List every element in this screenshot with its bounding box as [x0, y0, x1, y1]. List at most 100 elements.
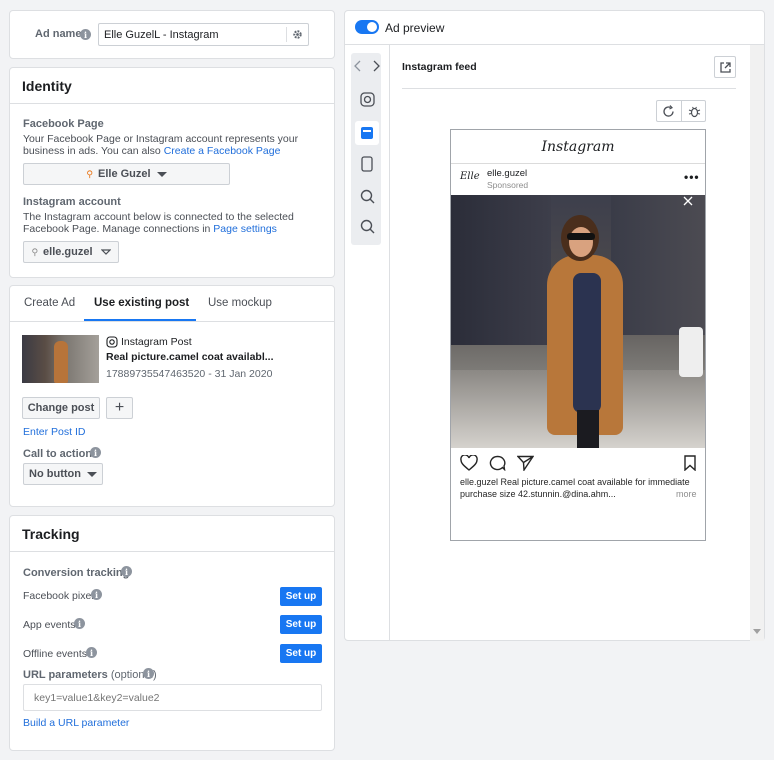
ig-header-divider	[451, 163, 705, 164]
offline-events-info-icon[interactable]: i	[86, 647, 97, 658]
tracking-divider	[10, 551, 334, 552]
search-icon[interactable]	[355, 214, 379, 238]
add-post-button[interactable]: +	[106, 397, 133, 419]
ad-name-card: Ad name i Elle GuzelL - Instagram	[9, 10, 335, 59]
comment-icon[interactable]	[489, 455, 506, 471]
enter-post-id-link[interactable]: Enter Post ID	[23, 426, 85, 438]
ig-account-pin-icon: ⚲	[31, 246, 39, 257]
chevron-down-icon	[156, 171, 167, 177]
ig-account-desc: The Instagram account below is connected…	[23, 211, 323, 235]
post-sponsored: Sponsored	[487, 180, 529, 190]
caption-more-link[interactable]: more	[676, 489, 697, 499]
chevron-left-icon[interactable]	[354, 60, 362, 72]
instagram-icon	[106, 336, 118, 348]
post-avatar-text: Elle	[460, 171, 480, 182]
explore-search-icon[interactable]	[355, 184, 379, 208]
heart-icon[interactable]	[460, 455, 478, 471]
create-page-link[interactable]: Create a Facebook Page	[164, 145, 281, 157]
more-options-icon[interactable]: •••	[684, 170, 700, 184]
conversion-tracking-label: Conversion tracking	[23, 567, 130, 579]
url-params-input[interactable]	[23, 684, 322, 711]
post-thumbnail	[22, 335, 99, 383]
instagram-logo: Instagram	[541, 139, 615, 155]
facebook-pixel-setup-button[interactable]: Set up	[280, 587, 322, 606]
tracking-card: Tracking Conversion tracking i Facebook …	[9, 515, 335, 751]
ig-account-select[interactable]: ⚲ elle.guzel	[23, 241, 119, 263]
ig-account-label: Instagram account	[23, 196, 121, 208]
app-events-info-icon[interactable]: i	[74, 618, 85, 629]
scroll-down-icon[interactable]	[753, 629, 761, 635]
post-image[interactable]	[451, 195, 705, 448]
app-events-setup-button[interactable]: Set up	[280, 615, 322, 634]
post-title: Real picture.camel coat availabl...	[106, 351, 274, 363]
fb-page-desc: Your Facebook Page or Instagram account …	[23, 133, 323, 157]
bookmark-icon[interactable]	[684, 455, 696, 471]
preview-scrollbar[interactable]	[750, 45, 764, 641]
bug-icon[interactable]	[688, 105, 701, 118]
placement-title: Instagram feed	[402, 61, 477, 73]
cta-value: No button	[29, 468, 81, 480]
ad-name-divider	[286, 27, 287, 42]
build-url-link[interactable]: Build a URL parameter	[23, 717, 129, 729]
chevron-down-icon	[100, 249, 111, 255]
fb-page-label: Facebook Page	[23, 118, 104, 130]
preview-toggle-label: Ad preview	[385, 21, 445, 35]
cta-info-icon[interactable]: i	[90, 447, 101, 458]
url-params-label-text: URL parameters	[23, 669, 108, 681]
tab-create-ad[interactable]: Create Ad	[24, 297, 75, 309]
image-face	[569, 227, 593, 257]
share-icon[interactable]	[517, 455, 534, 471]
page-settings-link[interactable]: Page settings	[213, 223, 277, 235]
identity-divider	[10, 103, 334, 104]
external-link-icon	[719, 61, 731, 73]
offline-events-setup-button[interactable]: Set up	[280, 644, 322, 663]
post-avatar: Elle	[460, 168, 482, 192]
app-events-label: App events	[23, 619, 76, 631]
conversion-info-icon[interactable]: i	[121, 566, 132, 577]
tabs-divider	[10, 321, 334, 322]
plus-icon: +	[114, 399, 125, 416]
facebook-pixel-label: Facebook pixel	[23, 590, 94, 602]
chevron-right-icon[interactable]	[372, 60, 380, 72]
ad-name-value: Elle GuzelL - Instagram	[104, 29, 219, 41]
stories-placement-icon[interactable]	[355, 152, 379, 176]
close-icon[interactable]	[682, 195, 694, 207]
image-window-left	[451, 195, 551, 345]
identity-title: Identity	[22, 78, 72, 94]
fb-page-select[interactable]: ⚲ Elle Guzel	[23, 163, 230, 185]
url-params-info-icon[interactable]: i	[143, 668, 154, 679]
change-post-button[interactable]: Change post	[22, 397, 100, 419]
url-params-label: URL parameters (optional)	[23, 669, 157, 681]
image-window-right	[611, 195, 705, 335]
post-caption: elle.guzel Real picture.camel coat avail…	[460, 477, 700, 500]
identity-card: Identity Facebook Page Your Facebook Pag…	[9, 67, 335, 278]
preview-toggle[interactable]	[355, 20, 379, 34]
post-meta: 17889735547463520 - 31 Jan 2020	[106, 368, 273, 380]
instagram-preview-frame: Instagram Elle elle.guzel Sponsored •••	[450, 129, 706, 541]
facebook-pixel-info-icon[interactable]: i	[91, 589, 102, 600]
toggle-knob	[367, 22, 377, 32]
fb-page-value: Elle Guzel	[98, 168, 151, 180]
feed-placement-icon[interactable]	[355, 121, 379, 145]
gear-icon[interactable]	[292, 29, 303, 40]
preview-panel: Ad preview Instagram feed Instagram Elle…	[344, 10, 765, 641]
chevron-down-icon	[86, 471, 97, 477]
fb-page-pin-icon: ⚲	[86, 168, 93, 179]
preview-tools	[656, 100, 706, 122]
instagram-placement-icon[interactable]	[355, 87, 379, 111]
creative-card: Create Ad Use existing post Use mockup I…	[9, 285, 335, 507]
cta-label: Call to action	[23, 448, 93, 460]
ad-name-label: Ad name	[35, 28, 82, 40]
refresh-icon[interactable]	[662, 105, 675, 118]
image-legs	[577, 410, 599, 448]
image-sunglasses	[567, 233, 595, 240]
ad-name-info-icon[interactable]: i	[80, 29, 91, 40]
tab-use-mockup[interactable]: Use mockup	[208, 297, 272, 309]
open-external-button[interactable]	[714, 56, 736, 78]
tracking-title: Tracking	[22, 526, 80, 542]
post-type: Instagram Post	[121, 336, 192, 348]
tab-use-existing-post[interactable]: Use existing post	[94, 297, 189, 309]
ad-name-input[interactable]: Elle GuzelL - Instagram	[98, 23, 309, 46]
cta-select[interactable]: No button	[23, 463, 103, 485]
placement-divider	[402, 88, 736, 89]
